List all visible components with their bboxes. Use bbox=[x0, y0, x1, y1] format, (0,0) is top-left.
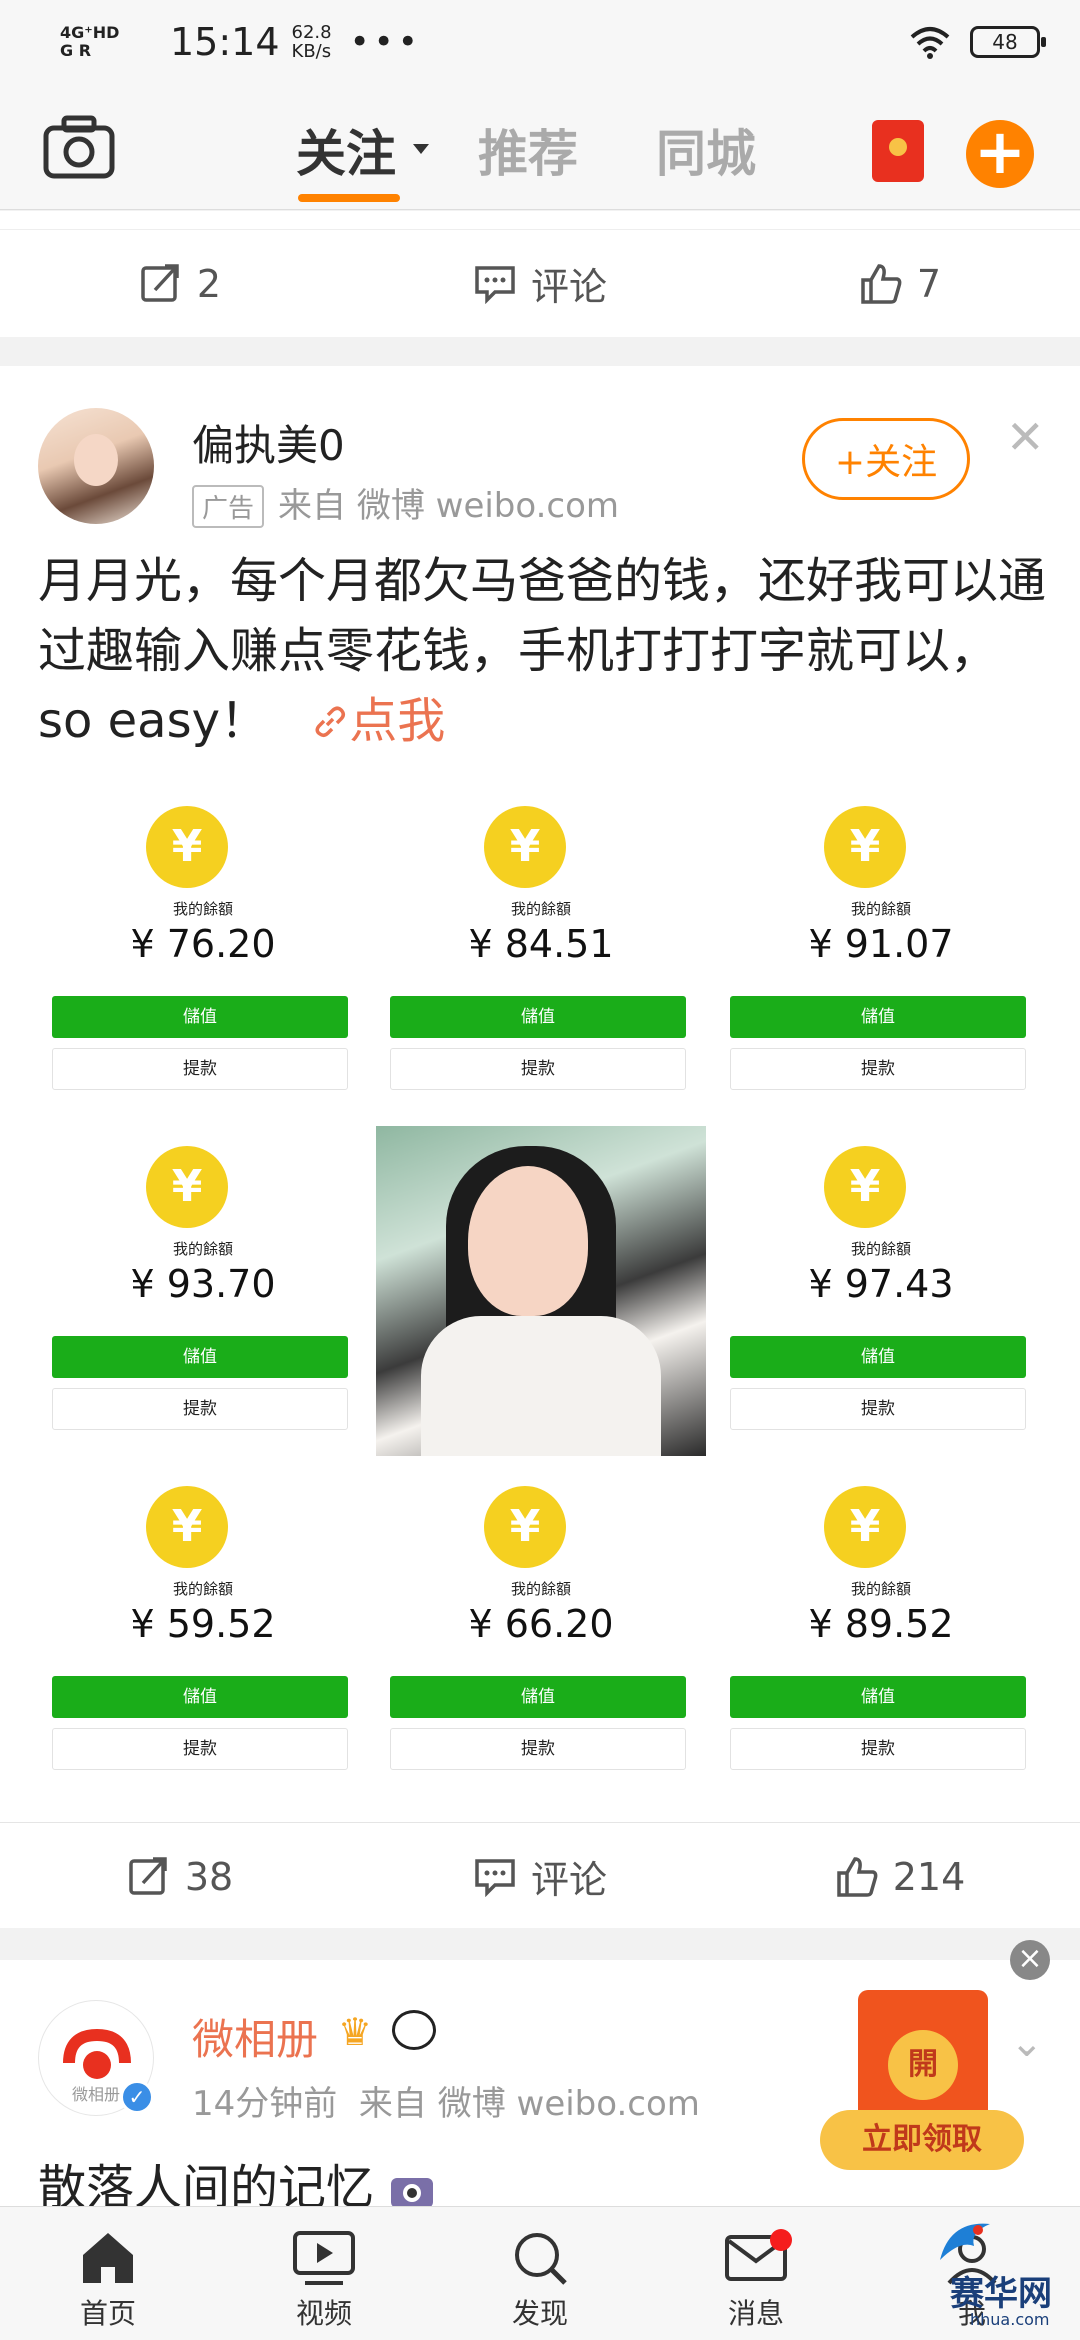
coin-icon: ¥ bbox=[484, 1486, 566, 1568]
coin-icon: ¥ bbox=[146, 806, 228, 888]
video-icon bbox=[293, 2231, 355, 2285]
comment-icon bbox=[475, 1858, 515, 1897]
balance-amount: ¥ 93.70 bbox=[130, 1262, 276, 1306]
like-button[interactable]: 214 bbox=[720, 1823, 1080, 1930]
coin-icon: ¥ bbox=[824, 806, 906, 888]
coin-icon: ¥ bbox=[824, 1486, 906, 1568]
tab-recommended[interactable]: 推荐 bbox=[478, 114, 578, 186]
image-grid: ¥ 我的餘額 ¥ 76.20 儲值 提款 ¥ 我的餘額 ¥ 84.51 儲值 提… bbox=[38, 786, 1046, 1796]
panda-icon bbox=[392, 2010, 436, 2050]
close-icon[interactable]: ✕ bbox=[1006, 410, 1045, 464]
repost-button[interactable]: 38 bbox=[0, 1823, 360, 1930]
crown-icon: ♛ bbox=[338, 2010, 373, 2054]
link-icon bbox=[315, 706, 346, 738]
wallet-image[interactable]: ¥ 我的餘額 ¥ 89.52 儲值 提款 bbox=[716, 1466, 1046, 1796]
post-actions: 2 评论 7 bbox=[0, 229, 1080, 337]
ad-tag: 广告 bbox=[192, 485, 265, 528]
post-source: 来自 微博 weibo.com bbox=[358, 2084, 700, 2124]
balance-amount: ¥ 91.07 bbox=[808, 922, 954, 966]
top-navigation: 关注 推荐 同城 + bbox=[0, 84, 1080, 210]
status-bar: 4G⁺HD G R 15:14 62.8 KB/s ••• 48 bbox=[0, 0, 1080, 84]
post-text: 月月光，每个月都欠马爸爸的钱，还好我可以通过趣输入赚点零花钱，手机打打打字就可以… bbox=[38, 553, 1047, 749]
username[interactable]: 微相册 bbox=[192, 2006, 318, 2067]
bottom-navigation: 首页 视频 发现 消息 我 bbox=[0, 2206, 1080, 2340]
tab-local[interactable]: 同城 bbox=[656, 114, 756, 186]
follow-button[interactable]: +关注 bbox=[802, 418, 970, 500]
username[interactable]: 偏执美0 bbox=[192, 412, 345, 473]
clock: 15:14 bbox=[170, 20, 280, 64]
balance-amount: ¥ 76.20 bbox=[130, 922, 276, 966]
nav-discover[interactable]: 发现 bbox=[432, 2207, 648, 2340]
wallet-image[interactable]: ¥ 我的餘額 ¥ 93.70 儲值 提款 bbox=[38, 1126, 368, 1456]
balance-amount: ¥ 66.20 bbox=[468, 1602, 614, 1646]
balance-amount: ¥ 84.51 bbox=[468, 922, 614, 966]
coin-icon: ¥ bbox=[146, 1146, 228, 1228]
wallet-image[interactable]: ¥ 我的餘額 ¥ 66.20 儲值 提款 bbox=[376, 1466, 706, 1796]
like-button[interactable]: 7 bbox=[720, 230, 1080, 337]
post-meta: 14分钟前 来自 微博 weibo.com bbox=[192, 2076, 700, 2125]
unread-badge bbox=[770, 2229, 792, 2251]
post-actions: 38 评论 214 bbox=[0, 1822, 1080, 1930]
network-indicator: 4G⁺HD G R bbox=[60, 23, 120, 60]
repost-icon bbox=[129, 1856, 167, 1895]
site-watermark: 赛华网 hhua.com bbox=[930, 2210, 1080, 2340]
floating-red-packet-ad[interactable]: × 開 立即领取 bbox=[820, 1940, 1050, 2170]
wifi-icon bbox=[910, 27, 950, 59]
claim-now-button[interactable]: 立即领取 bbox=[820, 2110, 1024, 2170]
previous-post-card: 2 评论 7 bbox=[0, 211, 1080, 337]
coin-icon: ¥ bbox=[824, 1146, 906, 1228]
nav-home[interactable]: 首页 bbox=[0, 2207, 216, 2340]
thumbs-up-icon bbox=[836, 1856, 878, 1897]
post-link[interactable]: 点我 bbox=[283, 693, 445, 749]
balance-amount: ¥ 97.43 bbox=[808, 1262, 954, 1306]
home-icon bbox=[83, 2233, 133, 2283]
balance-amount: ¥ 59.52 bbox=[130, 1602, 276, 1646]
camera-icon[interactable] bbox=[42, 114, 116, 180]
compose-plus-button[interactable]: + bbox=[966, 120, 1034, 188]
wallet-image[interactable]: ¥ 我的餘額 ¥ 84.51 儲值 提款 bbox=[376, 786, 706, 1116]
close-icon[interactable]: × bbox=[1010, 1940, 1050, 1980]
wallet-image[interactable]: ¥ 我的餘額 ¥ 76.20 儲值 提款 bbox=[38, 786, 368, 1116]
repost-button[interactable]: 2 bbox=[0, 230, 360, 337]
active-tab-indicator bbox=[298, 194, 400, 202]
girl-photo[interactable] bbox=[376, 1126, 706, 1456]
tab-following[interactable]: 关注 bbox=[296, 114, 396, 186]
repost-icon bbox=[141, 263, 179, 302]
comment-button[interactable]: 评论 bbox=[360, 230, 720, 337]
battery-indicator: 48 bbox=[970, 26, 1046, 58]
comment-icon bbox=[475, 265, 515, 304]
post-time: 14分钟前 bbox=[192, 2084, 338, 2124]
camera-emoji-icon bbox=[391, 2178, 434, 2208]
ad-post-card: 偏执美0 广告 来自 微博 weibo.com +关注 ✕ 月月光，每个月都欠马爸… bbox=[0, 366, 1080, 1928]
nav-messages[interactable]: 消息 bbox=[648, 2207, 864, 2340]
post-meta: 广告 来自 微博 weibo.com bbox=[192, 478, 619, 528]
nav-video[interactable]: 视频 bbox=[216, 2207, 432, 2340]
thumbs-up-icon bbox=[861, 263, 902, 304]
coin-icon: ¥ bbox=[146, 1486, 228, 1568]
comment-button[interactable]: 评论 bbox=[360, 1823, 720, 1930]
more-status-dots: ••• bbox=[349, 22, 422, 62]
search-icon bbox=[515, 2233, 567, 2285]
coin-icon: ¥ bbox=[484, 806, 566, 888]
chevron-down-icon[interactable] bbox=[413, 144, 429, 154]
verified-badge-icon: ✓ bbox=[120, 2080, 154, 2114]
red-packet-icon[interactable] bbox=[872, 120, 924, 182]
network-speed: 62.8 KB/s bbox=[291, 22, 332, 62]
balance-amount: ¥ 89.52 bbox=[808, 1602, 954, 1646]
wallet-image[interactable]: ¥ 我的餘額 ¥ 59.52 儲值 提款 bbox=[38, 1466, 368, 1796]
wallet-image[interactable]: ¥ 我的餘額 ¥ 91.07 儲值 提款 bbox=[716, 786, 1046, 1116]
wallet-image[interactable]: ¥ 我的餘額 ¥ 97.43 儲值 提款 bbox=[716, 1126, 1046, 1456]
post-source: 来自 微博 weibo.com bbox=[278, 486, 620, 526]
user-avatar[interactable] bbox=[38, 408, 154, 524]
